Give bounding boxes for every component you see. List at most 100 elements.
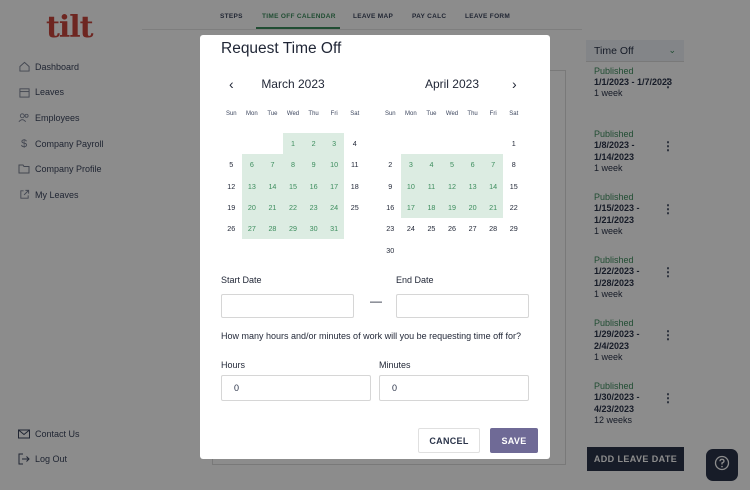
weekday-label: Mon [246, 111, 258, 117]
calendar-grid: 1 2 3 4 5 6 7 8 9 10 11 12 13 14 15 16 17 18 19 20 21 22 23 24 2… [221, 133, 365, 240]
calendar-day[interactable]: 15 [503, 176, 524, 197]
calendar-day[interactable]: 9 [303, 154, 324, 176]
calendar-day[interactable]: 25 [421, 218, 442, 239]
calendar-grid: 1 2 3 4 5 6 7 8 9 10 11 12 13 14 15 16 17 18 19 20 21 22 23 24 2… [380, 133, 524, 261]
calendar-day[interactable]: 30 [303, 218, 324, 240]
calendar-day[interactable]: 11 [344, 154, 365, 175]
hours-label: Hours [221, 360, 246, 370]
calendar-day[interactable]: 23 [303, 196, 324, 219]
calendar-day[interactable]: 26 [442, 218, 463, 239]
calendar-day[interactable]: 5 [441, 154, 463, 176]
modal-title: Request Time Off [221, 40, 342, 57]
calendar-empty-cell [242, 133, 263, 154]
save-button[interactable]: SAVE [490, 428, 538, 453]
calendar-week: 16 17 18 19 20 21 22 [380, 196, 524, 219]
calendar-day[interactable]: 4 [421, 154, 442, 176]
calendar-day[interactable]: 19 [441, 196, 463, 219]
calendar-day[interactable]: 29 [282, 218, 304, 240]
calendar-day[interactable]: 22 [282, 196, 304, 219]
calendar-day[interactable]: 19 [221, 197, 242, 218]
calendar-day[interactable]: 14 [482, 175, 504, 197]
calendar-day[interactable]: 14 [262, 175, 283, 197]
calendar-day[interactable]: 4 [344, 133, 365, 154]
calendar-day[interactable]: 25 [344, 197, 365, 218]
calendar-week: 12 13 14 15 16 17 18 [221, 175, 365, 197]
calendar-day[interactable]: 27 [241, 218, 263, 240]
calendar-week: 1234 [221, 133, 365, 155]
calendar-day[interactable]: 7 [482, 154, 504, 176]
calendar-day[interactable]: 21 [482, 196, 504, 219]
calendar-day[interactable]: 17 [400, 196, 422, 219]
weekday-label: Thu [467, 111, 478, 117]
next-month-icon[interactable]: › [512, 76, 517, 92]
calendar-empty-cell [483, 239, 504, 260]
calendar-day[interactable]: 30 [380, 239, 401, 260]
calendar-day[interactable]: 8 [282, 154, 304, 176]
calendar-day[interactable]: 20 [462, 196, 483, 219]
calendar-empty-cell [221, 133, 242, 154]
calendar-day[interactable]: 10 [323, 154, 345, 176]
calendar-day[interactable]: 2 [303, 133, 324, 155]
calendar-month-title: April 2023 [424, 77, 480, 91]
calendar-day[interactable]: 28 [483, 218, 504, 239]
calendar-day[interactable]: 12 [221, 176, 242, 197]
calendar-empty-cell [462, 239, 483, 260]
end-date-input[interactable] [396, 294, 529, 318]
calendar-day[interactable]: 18 [344, 176, 365, 197]
calendar-day[interactable]: 29 [503, 218, 524, 239]
calendar-day[interactable]: 23 [380, 218, 401, 239]
weekday-label: Sun [384, 111, 396, 117]
calendar-day[interactable]: 8 [503, 154, 524, 175]
calendar-day[interactable]: 26 [221, 218, 242, 239]
calendar-empty-cell [462, 133, 483, 154]
calendar-day[interactable]: 7 [262, 154, 283, 176]
calendar-day[interactable]: 9 [380, 176, 401, 197]
weekday-label: Fri [489, 111, 497, 117]
hours-input[interactable]: 0 [221, 375, 371, 401]
calendar-day[interactable]: 31 [323, 218, 345, 240]
calendar-empty-cell [442, 133, 463, 154]
hours-question: How many hours and/or minutes of work wi… [221, 331, 521, 341]
calendar-day[interactable]: 13 [462, 175, 483, 197]
calendar-day[interactable]: 24 [401, 218, 422, 239]
calendar-day[interactable]: 16 [303, 175, 324, 197]
calendar-empty-cell [442, 239, 463, 260]
calendar-week: 1 [380, 133, 524, 154]
minutes-input[interactable]: 0 [379, 375, 529, 401]
calendar-day[interactable]: 1 [282, 133, 304, 155]
calendar-empty-cell [380, 133, 401, 154]
calendar-day[interactable]: 12 [441, 175, 463, 197]
calendar-day[interactable]: 24 [323, 196, 345, 219]
calendar-day[interactable]: 3 [400, 154, 422, 176]
calendar-day[interactable]: 13 [241, 175, 263, 197]
calendar-day[interactable]: 6 [462, 154, 483, 176]
calendar-day[interactable]: 6 [241, 154, 263, 176]
calendar-day[interactable]: 17 [323, 175, 345, 197]
end-date-label: End Date [396, 275, 434, 285]
calendar-empty-cell [503, 239, 524, 260]
calendar-day[interactable]: 18 [421, 196, 442, 219]
weekday-label: Sat [350, 111, 360, 117]
calendar-day[interactable]: 1 [503, 133, 524, 154]
weekday-label: Thu [308, 111, 319, 117]
calendar-day[interactable]: 3 [323, 133, 345, 155]
calendar-day[interactable]: 20 [241, 196, 263, 219]
calendar-day[interactable]: 2 [380, 154, 401, 175]
weekday-header: Sun Mon Tue Wed Thu Fri Sat [221, 111, 365, 117]
calendar-week: 2345678 [380, 154, 524, 176]
calendar-day[interactable]: 11 [421, 175, 442, 197]
calendar-week: 23 24 25 26 27 28 29 [380, 218, 524, 239]
start-date-input[interactable] [221, 294, 354, 318]
calendar-day[interactable]: 27 [462, 218, 483, 239]
calendar-day[interactable]: 16 [380, 197, 401, 218]
calendar-week: 26 27 28 29 30 31 [221, 218, 365, 240]
calendar-day[interactable]: 15 [282, 175, 304, 197]
weekday-label: Fri [330, 111, 338, 117]
calendar-day[interactable]: 21 [262, 196, 283, 219]
calendar-day[interactable]: 22 [503, 197, 524, 218]
cancel-button[interactable]: CANCEL [418, 428, 480, 453]
calendar-day[interactable]: 10 [400, 175, 422, 197]
calendar-day[interactable]: 28 [262, 218, 283, 240]
minutes-label: Minutes [379, 360, 411, 370]
calendar-day[interactable]: 5 [221, 154, 242, 175]
